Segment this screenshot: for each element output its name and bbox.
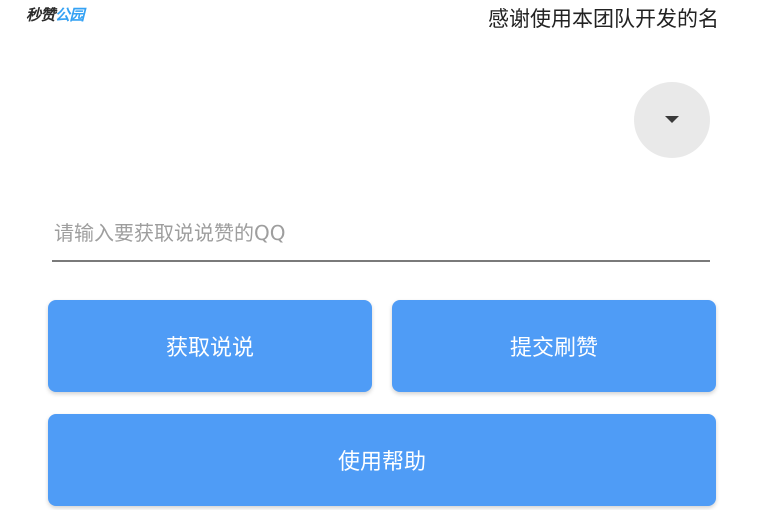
submit-likes-button[interactable]: 提交刷赞 bbox=[392, 300, 716, 392]
qq-number-input[interactable] bbox=[52, 206, 710, 262]
dropdown-toggle-button[interactable] bbox=[634, 82, 710, 158]
fetch-posts-button[interactable]: 获取说说 bbox=[48, 300, 372, 392]
caret-down-icon bbox=[665, 116, 679, 123]
app-page: 秒赞公园 感谢使用本团队开发的名 获取说说 提交刷赞 使用帮助 bbox=[0, 0, 768, 510]
help-button[interactable]: 使用帮助 bbox=[48, 414, 716, 506]
logo-text-primary: 秒赞 bbox=[26, 6, 56, 24]
logo: 秒赞公园 bbox=[26, 4, 85, 25]
header-bar: 秒赞公园 感谢使用本团队开发的名 bbox=[0, 0, 768, 36]
logo-text-accent: 公园 bbox=[55, 6, 85, 24]
marquee-notice: 感谢使用本团队开发的名 bbox=[488, 7, 719, 31]
